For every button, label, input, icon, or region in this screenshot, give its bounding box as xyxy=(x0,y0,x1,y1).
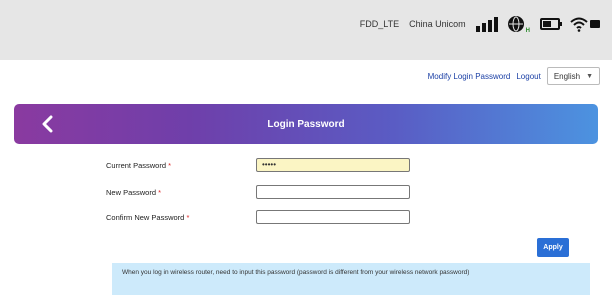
connected-device-icon xyxy=(590,20,600,28)
status-indicators: FDD_LTE China Unicom H xyxy=(360,14,600,34)
wifi-status xyxy=(570,16,600,32)
battery-level xyxy=(543,21,551,27)
page-title-banner: Login Password xyxy=(14,104,598,144)
new-password-label: New Password * xyxy=(106,188,162,197)
current-password-input[interactable]: ••••• xyxy=(256,158,410,172)
confirm-password-input[interactable] xyxy=(256,210,410,224)
new-password-input[interactable] xyxy=(256,185,410,199)
account-bar: Modify Login Password Logout English ▼ xyxy=(428,67,600,85)
back-button[interactable] xyxy=(38,114,58,134)
current-password-row: Current Password * ••••• xyxy=(0,158,612,175)
current-password-label: Current Password * xyxy=(106,161,172,170)
new-password-row: New Password * xyxy=(0,185,612,202)
language-select[interactable]: English ▼ xyxy=(546,67,600,85)
language-value: English xyxy=(553,71,581,81)
battery-icon xyxy=(540,18,562,30)
globe-icon xyxy=(507,16,524,32)
required-mark: * xyxy=(168,161,172,170)
confirm-password-row: Confirm New Password * xyxy=(0,210,612,227)
page-title: Login Password xyxy=(267,118,345,130)
signal-strength-icon xyxy=(475,16,498,32)
modify-password-link[interactable]: Modify Login Password xyxy=(428,72,511,81)
required-mark: * xyxy=(158,188,162,197)
carrier-name: China Unicom xyxy=(409,19,466,29)
status-bar: FDD_LTE China Unicom H xyxy=(0,0,612,60)
confirm-password-label: Confirm New Password * xyxy=(106,213,190,222)
logout-link[interactable]: Logout xyxy=(516,72,540,81)
chevron-down-icon: ▼ xyxy=(586,72,593,80)
wifi-icon xyxy=(570,17,588,32)
info-notice: When you log in wireless router, need to… xyxy=(112,263,590,295)
network-name: FDD_LTE xyxy=(359,19,400,29)
back-chevron-icon xyxy=(42,115,53,133)
network-type-tag: H xyxy=(525,28,530,34)
required-mark: * xyxy=(186,213,190,222)
apply-button[interactable]: Apply xyxy=(537,238,569,257)
